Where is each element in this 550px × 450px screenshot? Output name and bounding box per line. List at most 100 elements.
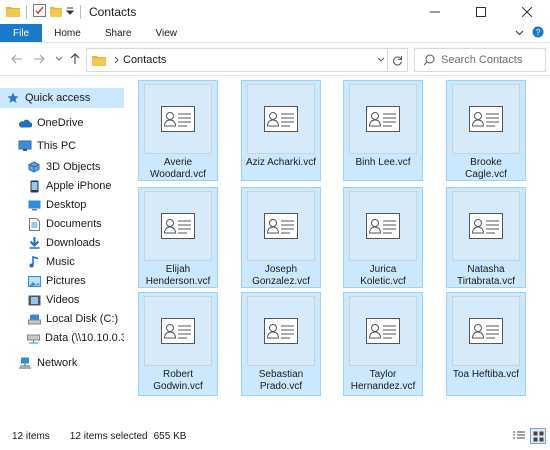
status-selected: 12 items selected [69,430,148,442]
nav-item-local-disk[interactable]: Local Disk (C:) [0,309,124,329]
cloud-icon [18,116,32,130]
file-item[interactable]: Sebastian Prado.vcf [241,292,321,396]
search-icon [423,54,435,66]
tab-file[interactable]: File [0,24,43,42]
nav-label: Downloads [46,237,101,249]
details-view-button[interactable] [511,428,527,444]
tab-share[interactable]: Share [93,24,144,42]
file-name: Joseph Gonzalez.vcf [252,264,310,287]
nav-label: Desktop [46,199,87,211]
nav-label: Documents [46,218,102,230]
large-icons-view-button[interactable] [530,428,546,444]
nav-item-downloads[interactable]: Downloads [0,233,124,253]
ribbon-right-controls: ? [515,24,544,42]
nav-item-this-pc[interactable]: This PC [0,136,124,156]
nav-label: Pictures [46,275,86,287]
quick-access-toolbar [0,4,83,20]
vertical-scrollbar[interactable] [542,76,550,422]
contact-card-icon [144,296,212,366]
maximize-button[interactable] [458,0,504,24]
file-item[interactable]: Aziz Acharki.vcf [241,80,321,181]
file-name: Elijah Henderson.vcf [145,264,211,287]
desktop-icon [27,198,41,212]
phone-icon [27,179,41,193]
nav-item-music[interactable]: Music [0,252,124,272]
music-icon [27,255,41,269]
properties-checkbox-icon[interactable] [33,4,46,20]
address-path[interactable]: Contacts [123,54,166,66]
disk-icon [27,312,41,326]
file-name: Natasha Tirtabrata.vcf [457,264,515,287]
star-icon [6,91,20,105]
nav-item-videos[interactable]: Videos [0,290,124,310]
forward-button[interactable] [32,52,46,66]
nav-item-documents[interactable]: Documents [0,214,124,234]
tab-view[interactable]: View [144,24,190,42]
videos-icon [27,293,41,307]
file-item[interactable]: Robert Godwin.vcf [138,292,218,396]
contact-card-icon [247,191,315,261]
address-bar[interactable]: Contacts [86,48,408,72]
file-item[interactable]: Brooke Cagle.vcf [446,80,526,181]
file-name: Toa Heftiba.vcf [452,369,520,380]
computer-icon [18,139,32,153]
search-box[interactable] [414,48,546,72]
qat-dropdown-icon[interactable] [65,6,75,18]
nav-item-network-drive[interactable]: Data (\\10.10.0.30) ( [0,328,124,348]
nav-item-apple-iphone[interactable]: Apple iPhone [0,176,124,196]
nav-item-desktop[interactable]: Desktop [0,195,124,215]
file-name: Taylor Hernandez.vcf [350,369,416,392]
file-item[interactable]: Averie Woodard.vcf [138,80,218,181]
nav-item-network[interactable]: Network [0,353,124,373]
nav-label: OneDrive [37,117,84,129]
nav-label: This PC [37,140,77,152]
nav-item-quick-access[interactable]: Quick access [0,88,124,108]
tab-home[interactable]: Home [42,24,93,42]
svg-text:?: ? [536,28,541,37]
contact-card-icon [452,296,520,366]
contact-card-icon [452,191,520,261]
file-name: Jurica Koletic.vcf [360,264,406,287]
file-item[interactable]: Jurica Koletic.vcf [343,187,423,288]
minimize-button[interactable] [412,0,458,24]
nav-label: Music [46,256,75,268]
file-name: Aziz Acharki.vcf [245,157,317,168]
chevron-right-icon[interactable] [114,56,119,64]
nav-label: Local Disk (C:) [46,313,119,325]
contact-card-icon [349,296,417,366]
qat-separator [80,5,81,19]
expand-ribbon-icon[interactable] [515,27,524,39]
nav-item-3d-objects[interactable]: 3D Objects [0,157,124,177]
recent-locations-button[interactable] [52,52,66,66]
contact-card-icon [144,191,212,261]
status-bar: 12 items 12 items selected 655 KB [0,422,550,450]
new-folder-icon[interactable] [50,5,62,20]
close-button[interactable] [504,0,550,24]
file-name: Sebastian Prado.vcf [258,369,304,392]
up-button[interactable] [68,52,82,66]
nav-label: Videos [46,294,80,306]
ribbon-tabs: File Home Share View ? [0,24,550,42]
title-bar: Contacts [0,0,550,24]
window-title: Contacts [89,5,137,19]
file-name: Averie Woodard.vcf [150,157,206,180]
nav-item-pictures[interactable]: Pictures [0,271,124,291]
file-item[interactable]: Binh Lee.vcf [343,80,423,181]
nav-label: Quick access [25,92,91,104]
address-dropdown-icon[interactable] [377,57,385,63]
status-item-count: 12 items [12,430,50,442]
pictures-icon [27,274,41,288]
file-item[interactable]: Natasha Tirtabrata.vcf [446,187,526,288]
help-icon[interactable]: ? [532,26,544,41]
contact-card-icon [452,84,520,154]
file-item[interactable]: Toa Heftiba.vcf [446,292,526,396]
file-item[interactable]: Elijah Henderson.vcf [138,187,218,288]
file-item[interactable]: Taylor Hernandez.vcf [343,292,423,396]
file-name: Binh Lee.vcf [355,157,411,168]
file-item[interactable]: Joseph Gonzalez.vcf [241,187,321,288]
back-button[interactable] [10,52,24,66]
search-input[interactable] [441,54,541,66]
nav-item-onedrive[interactable]: OneDrive [0,113,124,133]
refresh-button[interactable] [387,49,407,71]
contact-card-icon [349,191,417,261]
